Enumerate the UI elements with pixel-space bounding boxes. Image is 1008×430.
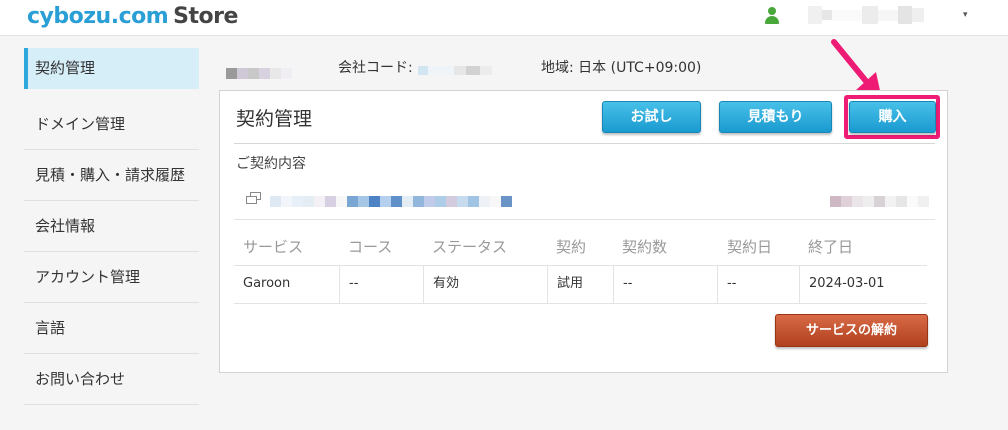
sidebar-item-company-info[interactable]: 会社情報 [24,201,199,252]
contract-table: サービス コース ステータス 契約 契約数 契約日 終了日 Garoon -- … [234,229,927,304]
table-cell-contract: 試用 [548,265,614,303]
quote-button[interactable]: 見積もり [719,101,832,133]
cancel-service-button[interactable]: サービスの解約 [775,314,928,347]
sidebar-item-domain[interactable]: ドメイン管理 [24,99,199,150]
user-icon[interactable] [764,7,780,25]
user-name-redacted[interactable] [808,4,958,26]
top-header: cybozu.com Store ▾ [0,0,1008,36]
table-header-course: コース [348,238,393,256]
panel-title: 契約管理 [236,108,313,130]
sidebar-item-contract[interactable]: 契約管理 [24,48,199,89]
table-cell-end-date: 2024-03-01 [809,276,885,291]
table-cell-course: -- [340,265,424,303]
region-label: 地域: 日本 (UTC+09:00) [541,60,702,76]
logo-brand: cybozu.com [27,4,169,29]
table-header-contract: 契約 [556,238,587,256]
divider [234,143,935,144]
logo-store: Store [173,4,238,29]
divider [234,219,935,220]
contract-panel: 契約管理 お試し 見積もり 購入 ご契約内容 サービス コース ステータス 契約… [219,90,948,373]
sidebar-nav: 契約管理 ドメイン管理 見積・購入・請求履歴 会社情報 アカウント管理 言語 お… [24,48,199,405]
table-header-contract-count: 契約数 [622,238,668,256]
trial-button[interactable]: お試し [602,101,701,133]
sidebar-item-history[interactable]: 見積・購入・請求履歴 [24,150,199,201]
table-cell-status: 有効 [424,265,548,303]
contract-section-label: ご契約内容 [236,156,306,172]
sidebar-item-account[interactable]: アカウント管理 [24,252,199,303]
store-logo[interactable]: cybozu.com Store [27,2,238,32]
table-header-status: ステータス [432,238,508,256]
table-cell-service: Garoon [234,265,340,303]
sidebar-item-language[interactable]: 言語 [24,303,199,354]
table-header-service: サービス [243,238,304,256]
window-icon[interactable] [246,192,261,204]
chevron-down-icon[interactable]: ▾ [963,10,968,20]
table-header-contract-date: 契約日 [727,238,773,256]
product-name-redacted [270,196,512,207]
company-code-label: 会社コード: [338,60,413,76]
table-header-end-date: 終了日 [808,238,854,256]
sidebar-item-contact[interactable]: お問い合わせ [24,354,199,405]
buy-button[interactable]: 購入 [849,101,936,133]
company-name-redacted [226,68,292,79]
product-extra-redacted [830,196,929,207]
table-cell-contract-count: -- [614,265,718,303]
table-bottom-divider [234,303,927,304]
company-code-redacted [418,66,492,75]
table-cell-contract-date: -- [718,265,800,303]
